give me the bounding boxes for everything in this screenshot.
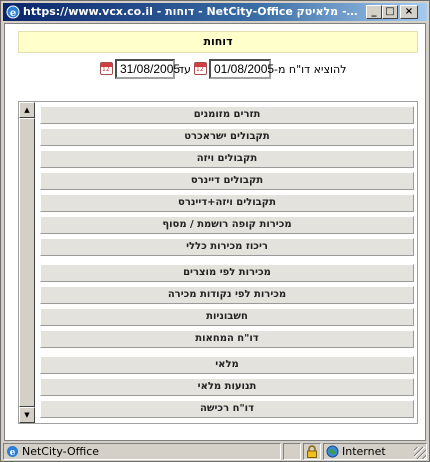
scroll-down-button[interactable]: ▼ (19, 407, 35, 423)
report-button[interactable]: תקבולים ויזה+דיינרס (40, 194, 414, 212)
report-button[interactable]: מכירות קופה רושמת / מסוף (40, 216, 414, 234)
calendar-icon-from[interactable]: 12 (194, 62, 207, 75)
status-cell (283, 443, 301, 460)
page-content: דוחות 12 31/08/2005 עד 12 01/08/2005 להו… (4, 23, 426, 441)
status-main: e NetCity-Office (3, 443, 281, 460)
from-label: להוציא דו"ח מ- (274, 63, 347, 76)
report-button[interactable]: מכירות לפי מוצרים (40, 264, 414, 282)
calendar-glyph: 12 (102, 66, 110, 73)
minimize-button[interactable]: _ (366, 5, 382, 19)
report-button[interactable]: מלאי (40, 356, 414, 374)
lock-icon (307, 445, 317, 458)
from-date-input[interactable]: 01/08/2005 (209, 59, 274, 79)
title-bar[interactable]: e https://www.vcx.co.il - דוחות - NetCit… (3, 3, 427, 21)
report-button[interactable]: ריכוז מכירות כללי (40, 238, 414, 256)
zone-cell: Internet (323, 443, 427, 460)
vertical-scrollbar[interactable]: ▲ ▼ (19, 102, 35, 423)
ie-logo-icon: e (6, 5, 20, 19)
page-title: דוחות (18, 31, 418, 53)
to-date-input[interactable]: 31/08/2005 (115, 59, 180, 79)
report-button[interactable]: תנועות מלאי (40, 378, 414, 396)
to-label: עד (178, 63, 191, 76)
report-list-panel: ▲ ▼ תזרים מזומנים תקבולים ישראכרט תקבולי… (18, 101, 418, 424)
svg-text:e: e (10, 8, 16, 19)
status-cell (303, 443, 321, 460)
report-button[interactable]: מכירות לפי נקודות מכירה (40, 286, 414, 304)
globe-icon (326, 445, 339, 458)
status-bar: e NetCity-Office Internet (3, 443, 427, 460)
report-button[interactable]: תזרים מזומנים (40, 106, 414, 124)
report-button[interactable]: תקבולים דיינרס (40, 172, 414, 190)
date-filter: 12 31/08/2005 עד 12 01/08/2005 להוציא דו… (5, 59, 427, 79)
scroll-up-button[interactable]: ▲ (19, 102, 35, 118)
zone-label: Internet (342, 445, 386, 458)
maximize-button[interactable]: □ (382, 5, 398, 19)
window-title: https://www.vcx.co.il - דוחות - NetCity-… (23, 5, 359, 18)
calendar-icon-to[interactable]: 12 (100, 62, 113, 75)
report-button[interactable]: תקבולים ויזה (40, 150, 414, 168)
report-button[interactable]: תקבולים ישראכרט (40, 128, 414, 146)
report-button[interactable]: דו"ח המחאות (40, 330, 414, 348)
status-text: NetCity-Office (22, 445, 100, 458)
close-button[interactable]: × (400, 5, 418, 19)
calendar-glyph: 12 (196, 66, 204, 73)
browser-window: e https://www.vcx.co.il - דוחות - NetCit… (0, 0, 430, 462)
report-button[interactable]: חשבוניות (40, 308, 414, 326)
scroll-thumb[interactable] (19, 118, 35, 407)
resize-grip[interactable] (414, 447, 426, 459)
svg-text:e: e (10, 448, 16, 458)
report-button[interactable]: דו"ח רכישה (40, 400, 414, 418)
page-icon: e (7, 446, 18, 458)
